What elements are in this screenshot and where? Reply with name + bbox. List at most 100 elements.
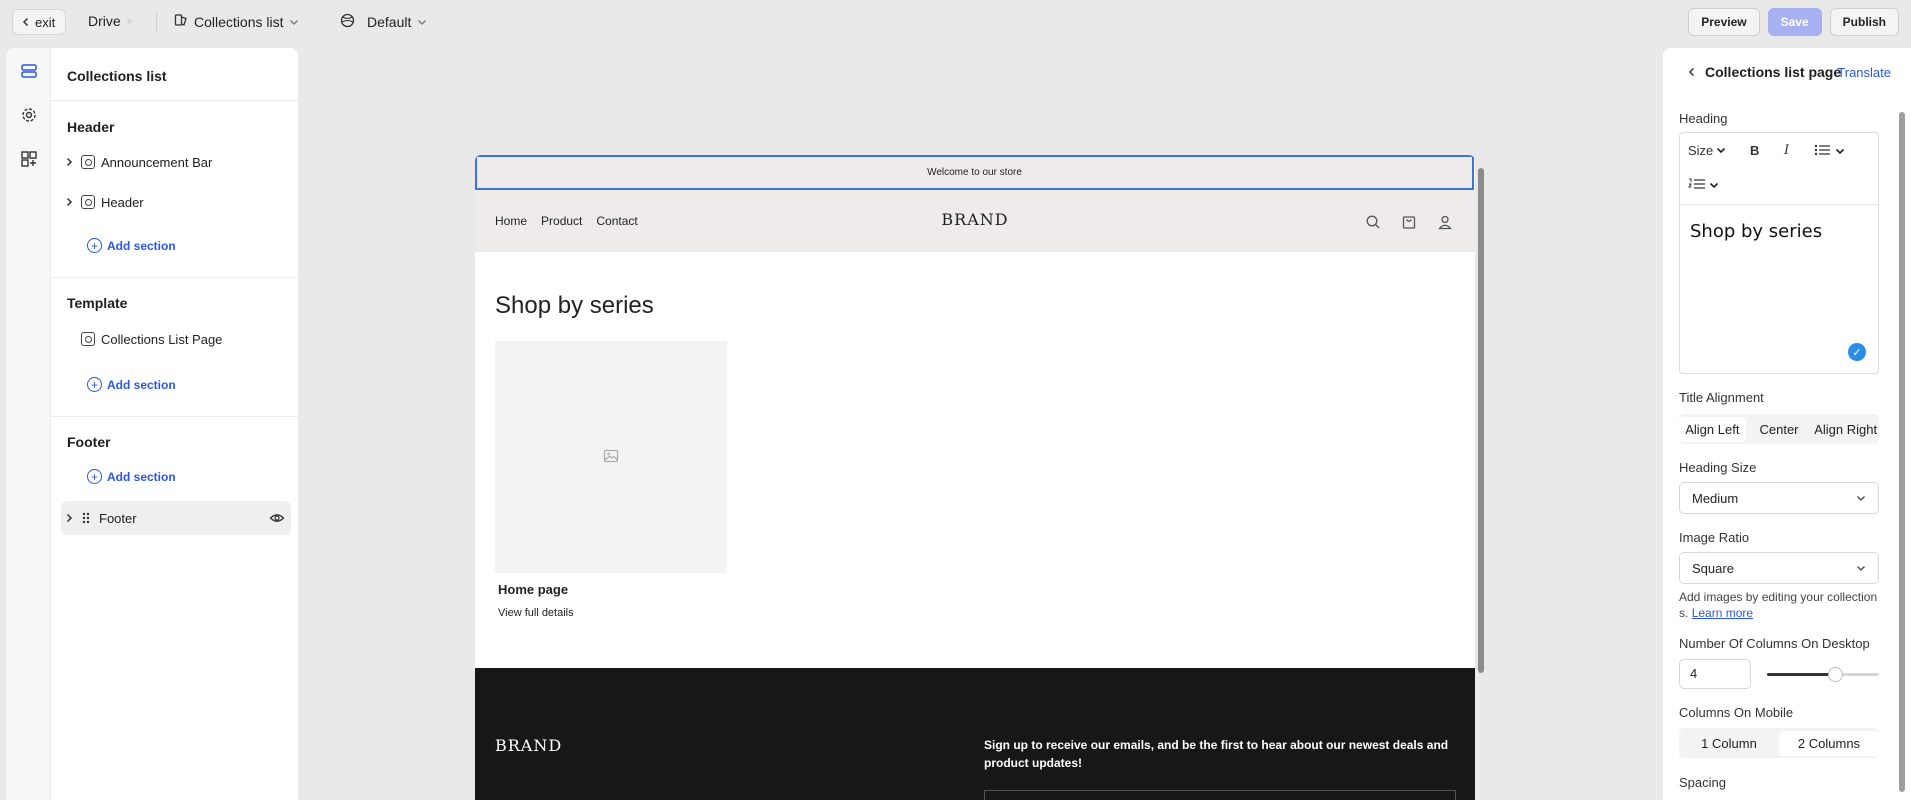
chevron-down-icon — [1716, 143, 1726, 158]
view-details-link[interactable]: View full details — [498, 607, 574, 619]
sections-icon[interactable] — [20, 62, 38, 80]
heading-editor-text[interactable]: Shop by series — [1690, 221, 1822, 242]
add-section-template-button[interactable]: + Add section — [87, 377, 176, 392]
heading-size-value: Medium — [1692, 490, 1739, 506]
group-footer-title: Footer — [67, 434, 111, 450]
search-icon[interactable] — [1365, 214, 1381, 233]
editor-toolbar: Size B I — [1680, 133, 1878, 205]
bold-button[interactable]: B — [1750, 143, 1759, 158]
image-ratio-select[interactable]: Square — [1679, 552, 1879, 584]
columns-desktop-input[interactable]: 4 — [1679, 659, 1751, 689]
announcement-bar[interactable]: Welcome to our store — [475, 155, 1474, 190]
top-bar: exit Drive Collections list Default Prev… — [0, 0, 1911, 44]
page-selector-label: Collections list — [194, 13, 284, 30]
section-item-label: Header — [101, 194, 144, 210]
eye-icon[interactable] — [269, 510, 285, 529]
announcement-text: Welcome to our store — [927, 167, 1022, 178]
sections-panel: Collections list Header Announcement Bar… — [50, 48, 299, 800]
store-name[interactable]: Drive — [88, 13, 132, 29]
store-header: Home Product Contact BRAND — [475, 190, 1475, 252]
account-icon[interactable] — [1437, 214, 1453, 233]
plus-circle-icon: + — [87, 377, 102, 392]
collection-card-image[interactable] — [495, 341, 727, 573]
section-item-announcement-bar[interactable]: Announcement Bar — [61, 148, 291, 176]
exit-label: exit — [35, 14, 56, 30]
bullet-list-button[interactable] — [1814, 143, 1845, 160]
chevron-down-icon — [1856, 491, 1866, 506]
columns-desktop-label: Number Of Columns On Desktop — [1679, 636, 1870, 651]
section-item-label: Collections List Page — [101, 331, 223, 347]
learn-more-link[interactable]: Learn more — [1692, 606, 1753, 620]
check-circle-icon: ✓ — [1848, 343, 1866, 361]
exit-button[interactable]: exit — [12, 9, 67, 35]
collection-card-title[interactable]: Home page — [498, 582, 568, 597]
italic-button[interactable]: I — [1784, 143, 1789, 158]
section-icon — [81, 332, 95, 346]
heading-label: Heading — [1679, 111, 1728, 126]
font-size-dropdown[interactable]: Size — [1688, 143, 1726, 158]
chevron-down-icon — [1835, 144, 1845, 159]
cart-icon[interactable] — [1401, 214, 1417, 233]
section-item-footer[interactable]: Footer — [61, 501, 291, 535]
title-alignment-label: Title Alignment — [1679, 390, 1764, 405]
store-name-text: Drive — [88, 13, 121, 29]
header-icons — [1365, 214, 1453, 233]
page-selector[interactable]: Collections list — [174, 13, 299, 30]
columns-desktop-slider-handle[interactable] — [1828, 667, 1843, 682]
add-section-header-button[interactable]: + Add section — [87, 238, 176, 253]
section-item-collections-list-page[interactable]: Collections List Page — [61, 325, 291, 353]
numbered-list-icon — [1688, 177, 1706, 194]
drag-handle-icon[interactable] — [81, 511, 91, 525]
section-icon — [81, 155, 95, 169]
section-item-label: Footer — [99, 510, 137, 526]
add-section-label: Add section — [107, 469, 176, 484]
align-right-option[interactable]: Align Right — [1812, 417, 1879, 442]
panel-title: Collections list — [67, 68, 167, 84]
align-left-option[interactable]: Align Left — [1679, 416, 1746, 442]
store-status-dot — [126, 18, 132, 24]
numbered-list-button[interactable] — [1688, 177, 1719, 194]
chevron-right-icon[interactable] — [61, 513, 77, 523]
one-column-option[interactable]: 1 Column — [1679, 731, 1779, 756]
image-help-text: Add images by editing your collection s.… — [1679, 589, 1879, 621]
newsletter-input[interactable] — [984, 790, 1456, 800]
theme-icon — [340, 13, 355, 31]
heading-editor[interactable]: Size B I Shop by series ✓ — [1679, 132, 1879, 374]
theme-selector-label: Default — [367, 14, 412, 30]
chevron-right-icon[interactable] — [61, 197, 77, 207]
columns-desktop-slider-fill — [1767, 673, 1835, 676]
gear-icon[interactable] — [20, 106, 38, 124]
theme-selector[interactable]: Default — [340, 13, 427, 31]
font-size-label: Size — [1688, 143, 1714, 158]
page-icon — [174, 13, 188, 30]
footer-logo: BRAND — [495, 736, 563, 755]
collection-heading: Shop by series — [495, 292, 654, 319]
preview-scrollbar[interactable] — [1478, 168, 1484, 673]
chevron-right-icon[interactable] — [61, 157, 77, 167]
title-alignment-control: Align Left Center Align Right — [1679, 414, 1879, 444]
store-footer: BRAND Sign up to receive our emails, and… — [475, 668, 1475, 800]
plus-circle-icon: + — [87, 469, 102, 484]
image-placeholder-icon — [603, 448, 619, 467]
translate-link[interactable]: Translate — [1837, 65, 1891, 80]
topbar-actions: Preview Save Publish — [1688, 8, 1899, 36]
align-center-option[interactable]: Center — [1746, 417, 1813, 442]
section-item-header[interactable]: Header — [61, 188, 291, 216]
chevron-left-icon — [1687, 64, 1697, 80]
spacing-label: Spacing — [1679, 775, 1726, 790]
store-logo[interactable]: BRAND — [475, 210, 1475, 229]
preview-button[interactable]: Preview — [1688, 8, 1760, 36]
save-button[interactable]: Save — [1767, 8, 1822, 36]
settings-back-button[interactable]: Collections list page — [1687, 64, 1841, 80]
heading-size-label: Heading Size — [1679, 460, 1757, 475]
two-columns-option[interactable]: 2 Columns — [1779, 730, 1879, 756]
heading-size-select[interactable]: Medium — [1679, 482, 1879, 514]
topbar-divider — [156, 12, 157, 32]
add-section-footer-button[interactable]: + Add section — [87, 469, 176, 484]
apps-icon[interactable] — [20, 150, 38, 168]
footer-signup-text: Sign up to receive our emails, and be th… — [984, 738, 1449, 770]
publish-button[interactable]: Publish — [1829, 8, 1899, 36]
columns-mobile-control: 1 Column 2 Columns — [1679, 728, 1879, 758]
settings-scrollbar[interactable] — [1899, 112, 1905, 792]
chevron-down-icon — [289, 14, 299, 30]
